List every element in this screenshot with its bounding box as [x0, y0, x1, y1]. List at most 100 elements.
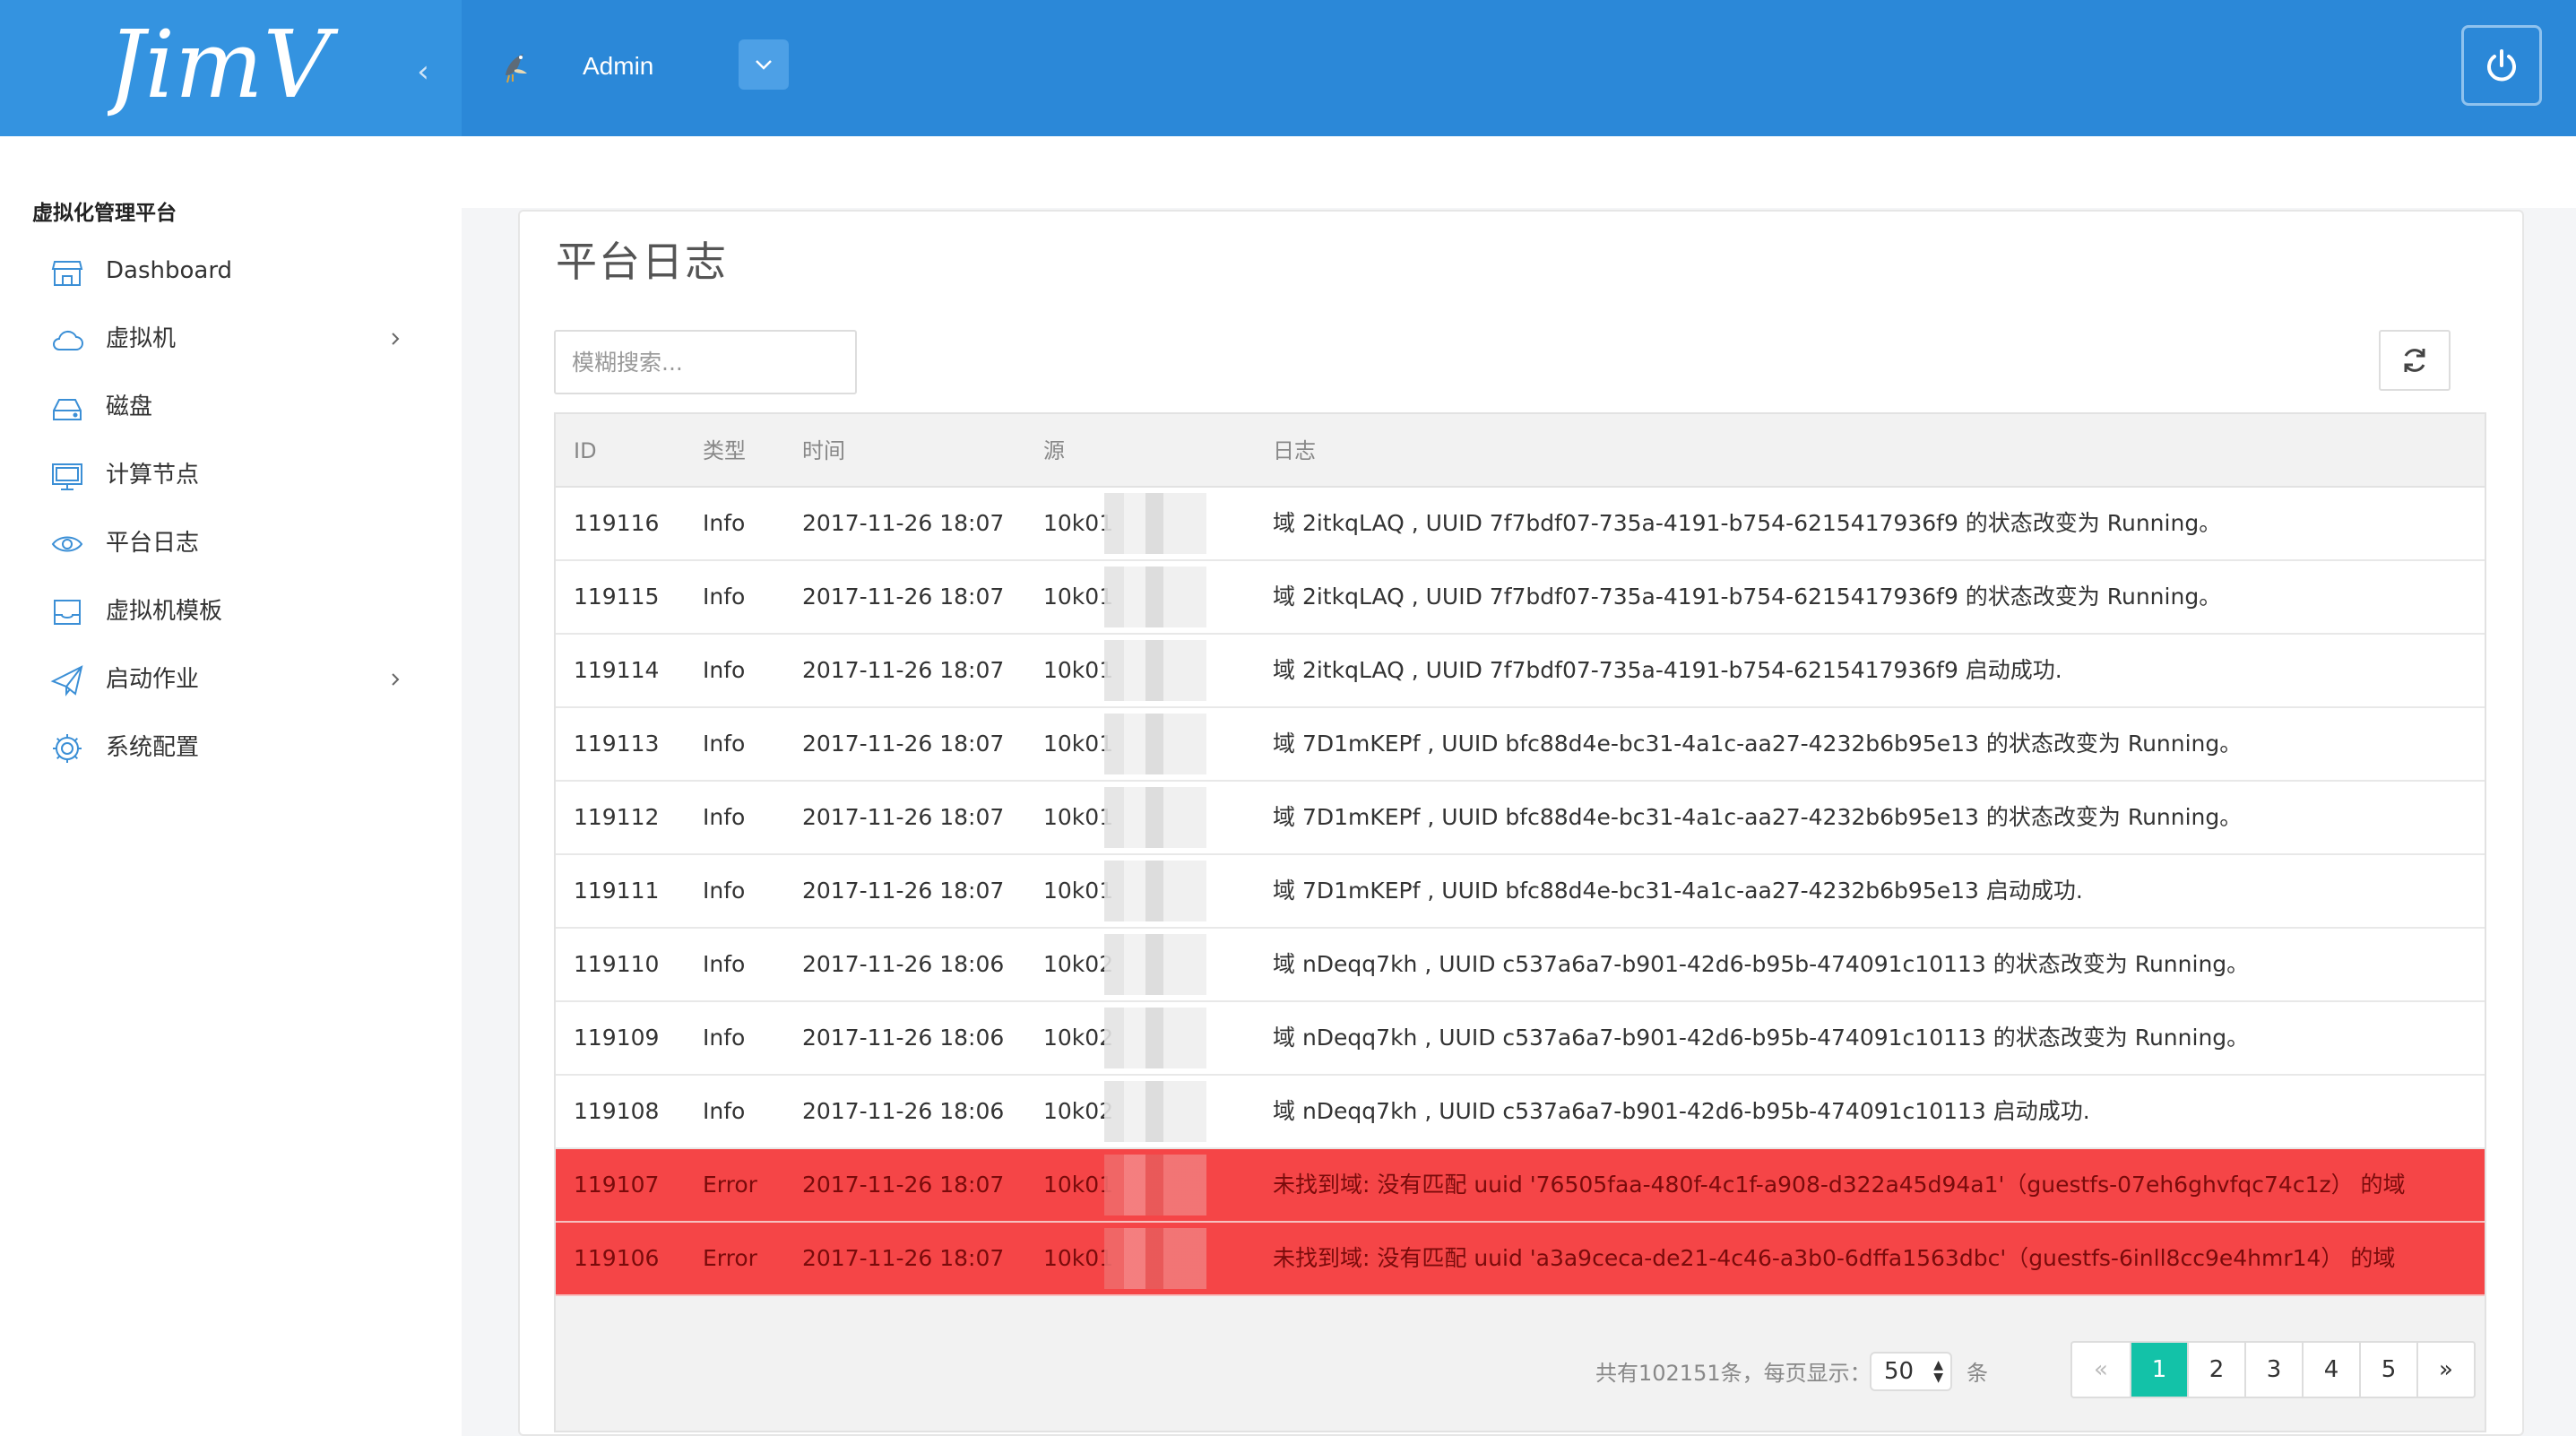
sidebar-item-vm-templates[interactable]: 虚拟机模板 — [0, 583, 430, 640]
cell-log: 域 2itkqLAQ , UUID 7f7bdf07-735a-4191-b75… — [1273, 510, 2222, 536]
column-header-source[interactable]: 源 — [1043, 414, 1065, 488]
sidebar-item-vm[interactable]: 虚拟机 — [0, 310, 430, 368]
cell-time: 2017-11-26 18:06 — [802, 1098, 1005, 1124]
table-row[interactable]: 119108 Info 2017-11-26 18:06 10k02 域 nDe… — [556, 1076, 2485, 1149]
sidebar-item-label: 平台日志 — [106, 530, 200, 557]
cell-type: Info — [703, 804, 746, 830]
sidebar-item-boot-jobs[interactable]: 启动作业 — [0, 651, 430, 708]
sidebar-item-label: 启动作业 — [106, 666, 200, 693]
cell-type: Info — [703, 731, 746, 757]
cell-id: 119115 — [574, 584, 660, 610]
monitor-icon — [52, 463, 82, 490]
sidebar-item-label: 虚拟机 — [106, 325, 177, 352]
cell-type: Info — [703, 1098, 746, 1124]
cloud-icon — [53, 330, 83, 350]
page-size-select[interactable]: 50 ▲ ▼ — [1870, 1352, 1952, 1391]
jimv-logo[interactable]: JimV — [108, 7, 359, 124]
sidebar: 虚拟化管理平台 Dashboard 虚拟机 磁盘 计算节点 平台日志 虚拟机模板… — [0, 136, 462, 1436]
cell-id: 119110 — [574, 951, 660, 977]
page-button-5[interactable]: 5 — [2359, 1343, 2416, 1397]
redacted-area — [1104, 1008, 1206, 1068]
table-row[interactable]: 119114 Info 2017-11-26 18:07 10k01 域 2it… — [556, 635, 2485, 708]
cell-id: 119114 — [574, 657, 660, 683]
sidebar-title: 虚拟化管理平台 — [32, 202, 177, 225]
page-button-3[interactable]: 3 — [2244, 1343, 2302, 1397]
redacted-area — [1104, 1081, 1206, 1142]
cell-type: Info — [703, 584, 746, 610]
cell-id: 119106 — [574, 1245, 660, 1271]
sidebar-item-label: 计算节点 — [106, 462, 200, 489]
cell-log: 域 7D1mKEPf , UUID bfc88d4e-bc31-4a1c-aa2… — [1273, 731, 2243, 757]
cell-id: 119113 — [574, 731, 660, 757]
sidebar-item-label: 磁盘 — [106, 394, 153, 420]
user-menu-dropdown-button[interactable] — [739, 39, 789, 90]
sidebar-item-label: Dashboard — [106, 257, 233, 284]
cell-id: 119107 — [574, 1172, 660, 1198]
redacted-area — [1104, 493, 1206, 554]
column-header-id[interactable]: ID — [574, 414, 597, 488]
page-prev-button[interactable]: « — [2072, 1343, 2130, 1397]
logout-button[interactable] — [2461, 25, 2542, 106]
table-footer: 共有102151条，每页显示： 50 ▲ ▼ 条 « 1 2 3 4 5 » — [556, 1296, 2485, 1431]
redacted-area — [1104, 787, 1206, 848]
cell-type: Error — [703, 1245, 757, 1271]
cell-log: 域 2itkqLAQ , UUID 7f7bdf07-735a-4191-b75… — [1273, 657, 2062, 683]
redacted-area — [1104, 1155, 1206, 1215]
cell-source: 10k01 — [1043, 804, 1114, 830]
table-row-error[interactable]: 119106 Error 2017-11-26 18:07 10k01 未找到域… — [556, 1223, 2485, 1296]
sidebar-item-dashboard[interactable]: Dashboard — [0, 242, 430, 299]
redacted-area — [1104, 640, 1206, 701]
paper-plane-icon — [50, 665, 83, 696]
cell-source: 10k01 — [1043, 878, 1114, 904]
table-row[interactable]: 119111 Info 2017-11-26 18:07 10k01 域 7D1… — [556, 855, 2485, 929]
refresh-icon — [2404, 349, 2425, 372]
table-row[interactable]: 119112 Info 2017-11-26 18:07 10k01 域 7D1… — [556, 782, 2485, 855]
cell-time: 2017-11-26 18:07 — [802, 584, 1005, 610]
column-header-log[interactable]: 日志 — [1273, 414, 1316, 488]
column-header-type[interactable]: 类型 — [703, 414, 746, 488]
cell-source: 10k01 — [1043, 1172, 1114, 1198]
sidebar-item-system-config[interactable]: 系统配置 — [0, 719, 430, 776]
cell-id: 119112 — [574, 804, 660, 830]
cell-type: Info — [703, 657, 746, 683]
redacted-area — [1104, 714, 1206, 774]
cell-id: 119116 — [574, 510, 660, 536]
redacted-area — [1104, 1228, 1206, 1289]
cell-source: 10k01 — [1043, 584, 1114, 610]
sidebar-collapse-button[interactable]: ‹ — [409, 54, 437, 90]
sidebar-item-platform-logs[interactable]: 平台日志 — [0, 515, 430, 572]
table-row[interactable]: 119116 Info 2017-11-26 18:07 10k01 域 2it… — [556, 488, 2485, 561]
cell-type: Info — [703, 1025, 746, 1051]
page-size-value: 50 — [1884, 1358, 1915, 1385]
cell-type: Info — [703, 951, 746, 977]
table-row[interactable]: 119115 Info 2017-11-26 18:07 10k01 域 2it… — [556, 561, 2485, 635]
search-input[interactable] — [554, 330, 857, 394]
cell-time: 2017-11-26 18:07 — [802, 510, 1005, 536]
table-row-error[interactable]: 119107 Error 2017-11-26 18:07 10k01 未找到域… — [556, 1149, 2485, 1223]
gear-icon — [53, 734, 82, 763]
page-button-4[interactable]: 4 — [2302, 1343, 2359, 1397]
table-row[interactable]: 119109 Info 2017-11-26 18:06 10k02 域 nDe… — [556, 1002, 2485, 1076]
cell-log: 域 nDeqq7kh , UUID c537a6a7-b901-42d6-b95… — [1273, 951, 2250, 977]
table-header: ID 类型 时间 源 日志 — [556, 414, 2485, 488]
chevron-right-icon — [392, 333, 400, 345]
cell-time: 2017-11-26 18:07 — [802, 657, 1005, 683]
table-row[interactable]: 119113 Info 2017-11-26 18:07 10k01 域 7D1… — [556, 708, 2485, 782]
top-header: JimV ‹ Admin — [0, 0, 2576, 136]
sidebar-item-disk[interactable]: 磁盘 — [0, 378, 430, 436]
cell-log: 域 2itkqLAQ , UUID 7f7bdf07-735a-4191-b75… — [1273, 584, 2222, 610]
page-next-button[interactable]: » — [2416, 1343, 2474, 1397]
chevron-right-icon — [392, 673, 400, 686]
column-header-time[interactable]: 时间 — [802, 414, 845, 488]
page-button-1[interactable]: 1 — [2130, 1343, 2187, 1397]
sidebar-item-compute-nodes[interactable]: 计算节点 — [0, 446, 430, 504]
table-row[interactable]: 119110 Info 2017-11-26 18:06 10k02 域 nDe… — [556, 929, 2485, 1002]
page-button-2[interactable]: 2 — [2187, 1343, 2244, 1397]
refresh-button[interactable] — [2379, 330, 2451, 391]
logo-area: JimV ‹ — [0, 0, 462, 136]
cell-time: 2017-11-26 18:06 — [802, 951, 1005, 977]
power-icon — [2487, 49, 2516, 82]
cell-time: 2017-11-26 18:07 — [802, 804, 1005, 830]
user-name: Admin — [583, 52, 654, 80]
cell-type: Info — [703, 510, 746, 536]
